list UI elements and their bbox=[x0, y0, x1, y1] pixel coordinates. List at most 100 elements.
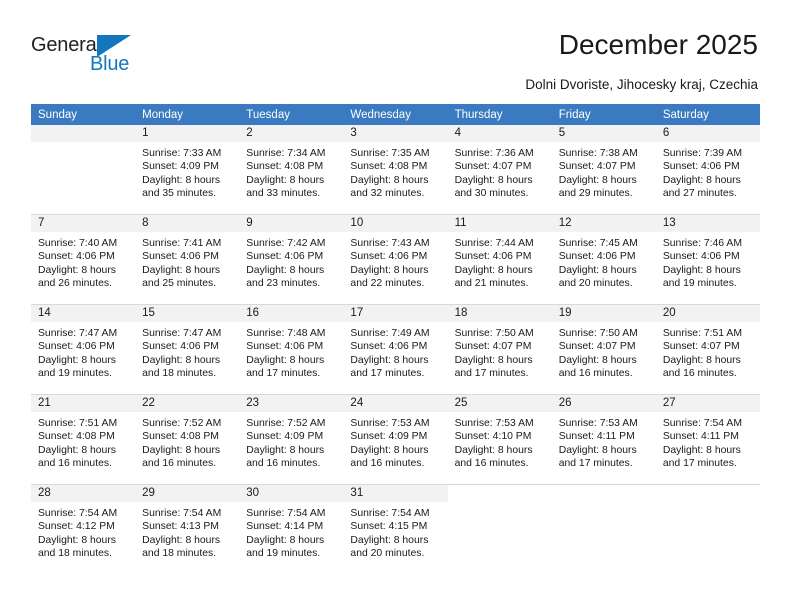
sunrise-text: Sunrise: 7:54 AM bbox=[142, 508, 222, 519]
calendar-day-cell[interactable]: 17 Sunrise: 7:49 AM Sunset: 4:06 PM Dayligh… bbox=[343, 304, 448, 395]
calendar-day-cell[interactable]: 4 Sunrise: 7:36 AM Sunset: 4:07 PM Daylight… bbox=[447, 125, 552, 215]
day-number: 2 bbox=[239, 125, 344, 142]
day-details: Sunrise: 7:52 AM Sunset: 4:09 PM Daylight:… bbox=[239, 412, 343, 471]
sunrise-text: Sunrise: 7:40 AM bbox=[38, 238, 118, 249]
calendar-day-cell[interactable]: 24 Sunrise: 7:53 AM Sunset: 4:09 PM Dayligh… bbox=[343, 394, 448, 485]
calendar-day-cell[interactable]: 2 Sunrise: 7:34 AM Sunset: 4:08 PM Daylight… bbox=[239, 125, 344, 215]
calendar-day-cell[interactable]: 19 Sunrise: 7:50 AM Sunset: 4:07 PM Dayligh… bbox=[551, 304, 656, 395]
sunset-text: Sunset: 4:06 PM bbox=[662, 251, 740, 263]
daylight-text-line2: and 21 minutes. bbox=[454, 278, 529, 290]
day-number: 5 bbox=[551, 125, 656, 142]
daylight-text-line2: and 30 minutes. bbox=[454, 188, 529, 200]
calendar-day-cell[interactable]: 12 Sunrise: 7:45 AM Sunset: 4:06 PM Dayligh… bbox=[551, 214, 656, 305]
day-details: Sunrise: 7:33 AM Sunset: 4:09 PM Daylight:… bbox=[135, 142, 239, 201]
sunrise-text: Sunrise: 7:45 AM bbox=[558, 238, 638, 249]
sunrise-text: Sunrise: 7:53 AM bbox=[454, 418, 534, 429]
daylight-text-line1: Daylight: 8 hours bbox=[558, 174, 637, 186]
calendar-day-cell[interactable]: 8 Sunrise: 7:41 AM Sunset: 4:06 PM Daylight… bbox=[135, 214, 240, 305]
calendar-day-cell[interactable]: 28 Sunrise: 7:54 AM Sunset: 4:12 PM Dayligh… bbox=[31, 484, 136, 574]
calendar-day-cell[interactable]: 31 Sunrise: 7:54 AM Sunset: 4:15 PM Dayligh… bbox=[343, 484, 448, 574]
daylight-text-line2: and 35 minutes. bbox=[142, 188, 217, 200]
calendar-day-cell[interactable]: 9 Sunrise: 7:42 AM Sunset: 4:06 PM Daylight… bbox=[239, 214, 344, 305]
sunset-text: Sunset: 4:10 PM bbox=[454, 431, 532, 443]
day-number: 22 bbox=[135, 395, 240, 412]
day-number: 26 bbox=[551, 395, 656, 412]
calendar-day-cell[interactable]: 5 Sunrise: 7:38 AM Sunset: 4:07 PM Daylight… bbox=[551, 125, 656, 215]
day-details: Sunrise: 7:51 AM Sunset: 4:08 PM Daylight:… bbox=[31, 412, 135, 471]
logo-text-blue: Blue bbox=[90, 53, 130, 75]
daylight-text-line1: Daylight: 8 hours bbox=[246, 534, 325, 546]
calendar-week-row: 14 Sunrise: 7:47 AM Sunset: 4:06 PM Dayligh… bbox=[31, 304, 760, 395]
sunset-text: Sunset: 4:06 PM bbox=[142, 341, 219, 353]
day-number: 24 bbox=[343, 395, 448, 412]
calendar-day-cell[interactable]: 30 Sunrise: 7:54 AM Sunset: 4:14 PM Dayligh… bbox=[239, 484, 344, 574]
sunrise-text: Sunrise: 7:36 AM bbox=[454, 148, 534, 159]
calendar-day-cell[interactable]: 22 Sunrise: 7:52 AM Sunset: 4:08 PM Dayligh… bbox=[135, 394, 240, 485]
daylight-text-line1: Daylight: 8 hours bbox=[142, 174, 221, 186]
calendar-day-cell[interactable]: 6 Sunrise: 7:39 AM Sunset: 4:06 PM Daylight… bbox=[655, 125, 760, 215]
sunset-text: Sunset: 4:06 PM bbox=[246, 341, 324, 353]
calendar-day-cell[interactable]: 20 Sunrise: 7:51 AM Sunset: 4:07 PM Dayligh… bbox=[655, 304, 760, 395]
daylight-text-line2: and 33 minutes. bbox=[246, 188, 321, 200]
daylight-text-line1: Daylight: 8 hours bbox=[662, 174, 741, 186]
day-details: Sunrise: 7:53 AM Sunset: 4:10 PM Daylight:… bbox=[448, 412, 552, 471]
calendar-day-cell[interactable]: 3 Sunrise: 7:35 AM Sunset: 4:08 PM Daylight… bbox=[343, 125, 448, 215]
calendar-day-cell[interactable]: 14 Sunrise: 7:47 AM Sunset: 4:06 PM Dayligh… bbox=[31, 304, 136, 395]
sunrise-text: Sunrise: 7:38 AM bbox=[558, 148, 638, 159]
day-number: 27 bbox=[655, 395, 760, 412]
day-details: Sunrise: 7:39 AM Sunset: 4:06 PM Daylight:… bbox=[656, 142, 760, 201]
daylight-text-line2: and 16 minutes. bbox=[662, 368, 737, 380]
daylight-text-line1: Daylight: 8 hours bbox=[558, 444, 637, 456]
daylight-text-line2: and 26 minutes. bbox=[38, 278, 112, 290]
sunrise-text: Sunrise: 7:52 AM bbox=[142, 418, 222, 429]
daylight-text-line1: Daylight: 8 hours bbox=[38, 534, 116, 546]
daylight-text-line2: and 27 minutes. bbox=[662, 188, 737, 200]
day-details: Sunrise: 7:54 AM Sunset: 4:12 PM Daylight:… bbox=[31, 502, 135, 561]
daylight-text-line2: and 18 minutes. bbox=[142, 548, 217, 560]
calendar-day-cell[interactable]: 21 Sunrise: 7:51 AM Sunset: 4:08 PM Dayligh… bbox=[31, 394, 136, 485]
daylight-text-line2: and 16 minutes. bbox=[454, 458, 529, 470]
day-number: 7 bbox=[31, 215, 136, 232]
page-header: General Blue December 2025 Dolni Dvorist… bbox=[0, 0, 792, 100]
weekday-header-thursday: Thursday bbox=[447, 104, 552, 125]
daylight-text-line2: and 25 minutes. bbox=[142, 278, 217, 290]
sunrise-text: Sunrise: 7:51 AM bbox=[38, 418, 118, 429]
calendar-empty-cell bbox=[447, 484, 552, 574]
calendar-day-cell[interactable]: 23 Sunrise: 7:52 AM Sunset: 4:09 PM Dayligh… bbox=[239, 394, 344, 485]
calendar-week-row: 21 Sunrise: 7:51 AM Sunset: 4:08 PM Dayligh… bbox=[31, 394, 760, 485]
daylight-text-line2: and 19 minutes. bbox=[246, 548, 321, 560]
calendar-day-cell[interactable]: 1 Sunrise: 7:33 AM Sunset: 4:09 PM Daylight… bbox=[135, 125, 240, 215]
sunrise-text: Sunrise: 7:54 AM bbox=[350, 508, 430, 519]
sunrise-text: Sunrise: 7:48 AM bbox=[246, 328, 326, 339]
sunset-text: Sunset: 4:08 PM bbox=[142, 431, 219, 443]
calendar-day-cell[interactable]: 10 Sunrise: 7:43 AM Sunset: 4:06 PM Dayligh… bbox=[343, 214, 448, 305]
calendar-week-row: 7 Sunrise: 7:40 AM Sunset: 4:06 PM Daylight… bbox=[31, 214, 760, 305]
calendar-day-cell[interactable]: 27 Sunrise: 7:54 AM Sunset: 4:11 PM Dayligh… bbox=[655, 394, 760, 485]
sunrise-text: Sunrise: 7:51 AM bbox=[662, 328, 742, 339]
sunrise-text: Sunrise: 7:54 AM bbox=[38, 508, 118, 519]
calendar-day-cell[interactable]: 29 Sunrise: 7:54 AM Sunset: 4:13 PM Dayligh… bbox=[135, 484, 240, 574]
day-number: 8 bbox=[135, 215, 240, 232]
calendar-day-cell[interactable]: 18 Sunrise: 7:50 AM Sunset: 4:07 PM Dayligh… bbox=[447, 304, 552, 395]
day-number: 28 bbox=[31, 485, 136, 502]
sunset-text: Sunset: 4:06 PM bbox=[350, 341, 428, 353]
sunset-text: Sunset: 4:09 PM bbox=[142, 161, 219, 173]
daylight-text-line1: Daylight: 8 hours bbox=[142, 534, 221, 546]
general-blue-logo[interactable]: General Blue bbox=[31, 34, 161, 80]
sunrise-text: Sunrise: 7:53 AM bbox=[558, 418, 638, 429]
day-number: 16 bbox=[239, 305, 344, 322]
sunset-text: Sunset: 4:06 PM bbox=[38, 251, 115, 263]
day-details: Sunrise: 7:43 AM Sunset: 4:06 PM Daylight:… bbox=[343, 232, 447, 291]
sunset-text: Sunset: 4:11 PM bbox=[558, 431, 635, 443]
sunset-text: Sunset: 4:06 PM bbox=[454, 251, 532, 263]
calendar-day-cell[interactable]: 26 Sunrise: 7:53 AM Sunset: 4:11 PM Dayligh… bbox=[551, 394, 656, 485]
calendar-day-cell[interactable]: 11 Sunrise: 7:44 AM Sunset: 4:06 PM Dayligh… bbox=[447, 214, 552, 305]
page-subtitle: Dolni Dvoriste, Jihocesky kraj, Czechia bbox=[525, 77, 758, 92]
calendar-day-cell[interactable]: 25 Sunrise: 7:53 AM Sunset: 4:10 PM Dayligh… bbox=[447, 394, 552, 485]
calendar-day-cell[interactable]: 16 Sunrise: 7:48 AM Sunset: 4:06 PM Dayligh… bbox=[239, 304, 344, 395]
calendar-day-cell[interactable]: 7 Sunrise: 7:40 AM Sunset: 4:06 PM Daylight… bbox=[31, 214, 136, 305]
calendar-day-cell[interactable]: 13 Sunrise: 7:46 AM Sunset: 4:06 PM Dayligh… bbox=[655, 214, 760, 305]
day-details: Sunrise: 7:48 AM Sunset: 4:06 PM Daylight:… bbox=[239, 322, 343, 381]
calendar-day-cell[interactable]: 15 Sunrise: 7:47 AM Sunset: 4:06 PM Dayligh… bbox=[135, 304, 240, 395]
day-details: Sunrise: 7:54 AM Sunset: 4:13 PM Daylight:… bbox=[135, 502, 239, 561]
